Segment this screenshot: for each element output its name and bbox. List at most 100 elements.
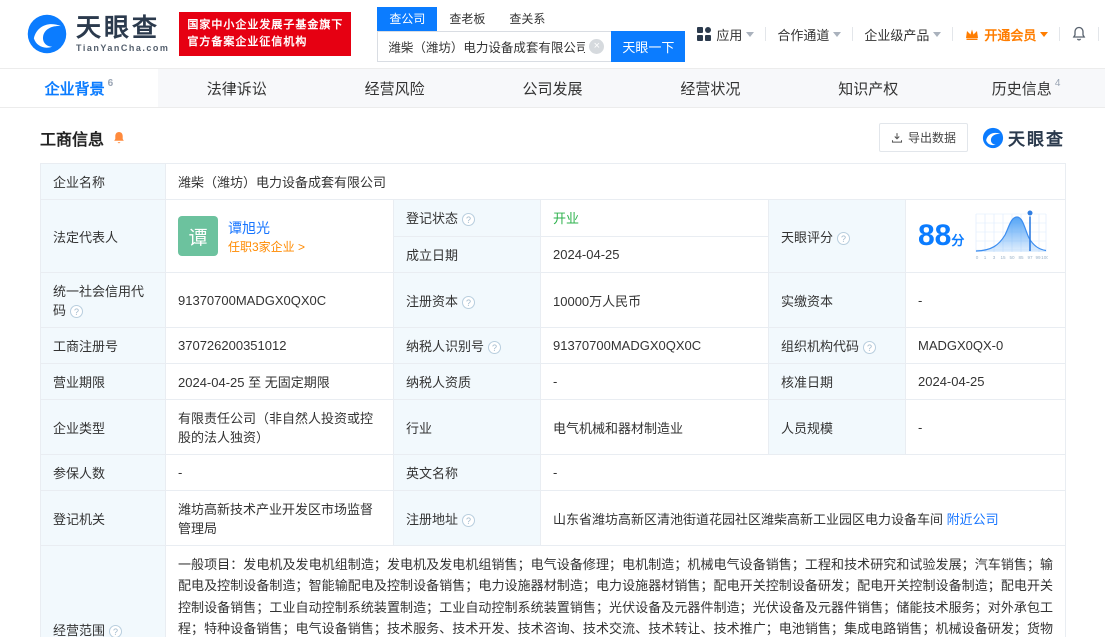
industry-value: 电气机械和器材制造业: [540, 399, 769, 455]
alarm-bell-icon[interactable]: [111, 130, 127, 146]
legal-rep-tenure-link[interactable]: 任职3家企业 >: [228, 238, 305, 255]
help-icon[interactable]: ?: [462, 295, 476, 309]
search-tabs: 查公司 查老板 查关系: [377, 6, 685, 31]
field-label-text: 天眼评分: [781, 229, 834, 245]
staff-size-value: -: [904, 399, 1067, 455]
field-label: 实缴资本: [768, 272, 906, 328]
field-label: 人员规模: [768, 399, 906, 455]
nav-apps-label: 应用: [716, 27, 743, 43]
chevron-down-icon: [833, 31, 842, 37]
field-label: 天眼评分?: [768, 199, 906, 273]
field-label: 营业期限: [40, 363, 166, 400]
field-label-text: 统一社会信用代码: [53, 284, 145, 318]
insured-count-value: -: [165, 454, 394, 491]
table-row: 企业名称 潍柴（潍坊）电力设备成套有限公司: [40, 163, 1067, 200]
search-tab-boss[interactable]: 查老板: [437, 7, 497, 31]
tab-badge: 4: [1054, 78, 1061, 89]
svg-text:50: 50: [1010, 255, 1016, 260]
taxpayer-id-value: 91370700MADGX0QX0C: [540, 327, 769, 364]
field-label: 企业类型: [40, 399, 166, 455]
field-label-text: 组织机构代码: [781, 339, 860, 354]
svg-text:1: 1: [984, 255, 987, 260]
nearby-companies-link[interactable]: 附近公司: [947, 512, 999, 527]
company-tab-bar: 企业背景 6 法律诉讼 经营风险 公司发展 经营状况 知识产权 历史信息 4: [0, 68, 1105, 108]
top-header: 天眼查 TianYanCha.com 国家中小企业发展子基金旗下 官方备案企业征…: [0, 0, 1105, 68]
tab-label: 法律诉讼: [206, 80, 267, 98]
help-icon[interactable]: ?: [70, 305, 84, 318]
nav-cooperation-label: 合作通道: [777, 27, 830, 43]
field-label: 登记状态?: [393, 199, 541, 237]
nav-vip-label: 开通会员: [984, 27, 1037, 43]
field-label: 纳税人资质: [393, 363, 541, 400]
tab-label: 知识产权: [838, 80, 899, 98]
nav-vip-membership[interactable]: 开通会员: [953, 25, 1059, 44]
help-icon[interactable]: ?: [462, 513, 476, 527]
help-icon[interactable]: ?: [488, 341, 502, 354]
field-label: 统一社会信用代码?: [40, 272, 166, 328]
svg-text:85: 85: [1019, 255, 1025, 260]
chevron-down-icon: [933, 31, 942, 37]
svg-text:15: 15: [1001, 255, 1007, 260]
paid-capital-value: -: [904, 272, 1067, 328]
reg-number-value: 370726200351012: [165, 327, 394, 364]
clear-icon[interactable]: ×: [589, 38, 605, 54]
search-button[interactable]: 天眼一下: [611, 30, 686, 62]
score-unit: 分: [951, 233, 965, 248]
table-row: 法定代表人 谭 谭旭光 任职3家企业 > 登记状态? 开业 天眼评分? 88分: [40, 199, 1067, 273]
reg-authority-value: 潍坊高新技术产业开发区市场监督管理局: [165, 490, 394, 546]
watermark-logo: 天眼查: [982, 125, 1065, 150]
section-title: 工商信息: [40, 131, 105, 149]
tab-business-background[interactable]: 企业背景 6: [0, 69, 158, 107]
tianyancha-logo[interactable]: 天眼查 TianYanCha.com: [26, 13, 169, 55]
business-scope-value: 一般项目：发电机及发电机组制造；发电机及发电机组销售；电气设备修理；电机制造；机…: [164, 544, 1067, 637]
nav-cooperation[interactable]: 合作通道: [766, 25, 852, 44]
field-label: 法定代表人: [40, 199, 166, 273]
tab-label: 企业背景: [44, 80, 105, 98]
help-icon[interactable]: ?: [109, 624, 123, 637]
brand-name: 天眼查: [76, 13, 161, 42]
business-info-table: 企业名称 潍柴（潍坊）电力设备成套有限公司 法定代表人 谭 谭旭光 任职3家企业…: [40, 163, 1067, 637]
section-header: 工商信息 导出数据 天眼查: [0, 108, 1105, 163]
search-input[interactable]: [377, 30, 612, 62]
avatar[interactable]: 谭: [178, 216, 218, 256]
field-label: 企业名称: [40, 163, 166, 200]
svg-text:3: 3: [993, 255, 996, 260]
tab-history-info[interactable]: 历史信息 4: [947, 69, 1105, 107]
brand-domain: TianYanCha.com: [76, 42, 170, 53]
nav-apps[interactable]: 应用: [685, 25, 765, 44]
field-label-text: 经营范围: [53, 622, 106, 637]
nav-enterprise-products[interactable]: 企业级产品: [853, 25, 952, 44]
business-term-value: 2024-04-25 至 无固定期限: [165, 363, 394, 400]
nav-user-menu[interactable]: 费米: [1099, 25, 1105, 44]
legal-rep-name-link[interactable]: 谭旭光: [228, 220, 270, 236]
table-row: 工商注册号 370726200351012 纳税人识别号? 91370700MA…: [40, 327, 1067, 364]
table-row: 参保人数 - 英文名称 -: [40, 454, 1067, 491]
field-label-text: 登记状态: [406, 211, 459, 227]
company-type-value: 有限责任公司（非自然人投资或控股的法人独资）: [165, 399, 394, 455]
tab-label: 经营风险: [364, 80, 425, 98]
tab-operating-risk[interactable]: 经营风险: [316, 69, 474, 107]
search-tab-relation[interactable]: 查关系: [497, 7, 557, 31]
tab-intellectual-property[interactable]: 知识产权: [789, 69, 947, 107]
certification-badge: 国家中小企业发展子基金旗下 官方备案企业征信机构: [179, 11, 352, 57]
nav-notifications[interactable]: [1060, 26, 1098, 42]
tab-company-development[interactable]: 公司发展: [474, 69, 632, 107]
export-data-button[interactable]: 导出数据: [878, 123, 968, 152]
certification-badge-line2: 官方备案企业征信机构: [187, 36, 308, 48]
tab-operating-status[interactable]: 经营状况: [631, 69, 789, 107]
tab-label: 历史信息: [991, 80, 1052, 98]
tab-badge: 6: [107, 78, 114, 89]
export-data-label: 导出数据: [907, 131, 956, 145]
certification-badge-line1: 国家中小企业发展子基金旗下: [187, 18, 344, 31]
search-tab-company[interactable]: 查公司: [377, 6, 438, 31]
tab-legal-proceedings[interactable]: 法律诉讼: [158, 69, 316, 107]
watermark-text: 天眼查: [1008, 130, 1065, 149]
field-label: 注册地址?: [393, 490, 541, 546]
tianyan-score-cell[interactable]: 88分 0 1 3 15 50 85 97 99 100: [904, 199, 1067, 273]
field-label: 工商注册号: [40, 327, 166, 364]
help-icon[interactable]: ?: [837, 231, 851, 245]
header-nav: 应用 合作通道 企业级产品 开通会员: [685, 25, 1105, 44]
help-icon[interactable]: ?: [863, 341, 877, 354]
help-icon[interactable]: ?: [462, 213, 476, 227]
table-row: 统一社会信用代码? 91370700MADGX0QX0C 注册资本? 10000…: [40, 272, 1067, 328]
